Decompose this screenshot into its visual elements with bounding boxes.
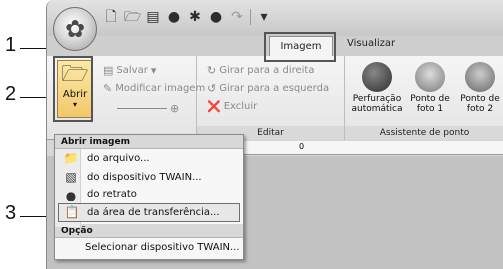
chevron-down-icon: ▾ xyxy=(150,64,157,77)
quick-access-toolbar: 🗋 🗁 ▤ ● ✱ ● ↷ ▾ xyxy=(103,7,272,27)
save-label: Salvar xyxy=(116,65,148,76)
rotate-right-button[interactable]: ↻ Girar para a direita xyxy=(207,64,314,77)
menu-section-option: Opção xyxy=(55,224,243,238)
auto-punch-label: Perfuração automática xyxy=(351,94,403,114)
open-image-menu: Abrir imagem 📁 do arquivo... ▧ do dispos… xyxy=(54,134,244,260)
application-button[interactable]: ✿ xyxy=(53,7,97,51)
photo-stitch-1-button[interactable]: Ponto de foto 1 xyxy=(407,62,453,114)
horizontal-ruler: 0 xyxy=(227,141,503,155)
new-document-icon[interactable]: 🗋 xyxy=(103,9,119,25)
menu-section-open-image: Abrir imagem xyxy=(55,135,243,149)
menu-item-label: do dispositivo TWAIN... xyxy=(87,172,202,183)
open-button-label: Abrir xyxy=(62,89,88,100)
menu-item-from-file[interactable]: 📁 do arquivo... xyxy=(55,149,243,168)
modify-image-icon: ✎ xyxy=(103,82,113,95)
image-slider[interactable]: ⊕ xyxy=(117,102,179,115)
record-icon[interactable]: ● xyxy=(166,9,182,25)
title-bar: 🗋 🗁 ▤ ● ✱ ● ↷ ▾ xyxy=(47,0,503,36)
modify-image-label: Modificar imagem xyxy=(115,83,206,94)
assistant-group: Perfuração automática Ponto de foto 1 Po… xyxy=(345,56,503,140)
menu-item-label: Selecionar dispositivo TWAIN... xyxy=(85,242,240,253)
chevron-down-icon: ▾ xyxy=(72,100,77,109)
auto-punch-button[interactable]: Perfuração automática xyxy=(349,62,405,114)
embroidery-flower-icon: ✿ xyxy=(64,15,86,43)
ribbon: 🗁 Abrir ▾ ▤ Salvar ▾ ✎ Modificar imagem … xyxy=(47,56,503,140)
menu-item-label: do retrato xyxy=(87,189,137,200)
rotate-left-label: Girar para a esquerda xyxy=(219,83,330,94)
open-folder-icon: 🗁 xyxy=(61,62,89,87)
apple-icon xyxy=(362,62,392,92)
tab-imagem[interactable]: Imagem xyxy=(269,36,333,58)
menu-item-select-twain[interactable]: Selecionar dispositivo TWAIN... xyxy=(55,238,243,257)
callout-3: 3 xyxy=(5,202,17,224)
callout-2: 2 xyxy=(5,83,17,105)
rotate-right-icon: ↻ xyxy=(207,64,217,77)
stitch-icon[interactable]: ✱ xyxy=(187,9,203,25)
save-icon[interactable]: ▤ xyxy=(145,9,161,25)
clipboard-icon: 📋 xyxy=(64,205,80,219)
file-group: 🗁 Abrir ▾ ▤ Salvar ▾ ✎ Modificar imagem … xyxy=(47,56,205,140)
menu-item-label: do arquivo... xyxy=(87,153,150,164)
rotate-left-button[interactable]: ↺ Girar para a esquerda xyxy=(207,82,329,95)
portrait-icon: ● xyxy=(65,189,77,201)
open-folder-icon[interactable]: 🗁 xyxy=(124,9,141,25)
menu-item-label: da área de transferência... xyxy=(87,207,220,218)
customize-qat-icon[interactable]: ▾ xyxy=(256,9,272,25)
redo-icon[interactable]: ↷ xyxy=(229,9,245,25)
save-icon: ▤ xyxy=(103,64,114,77)
photo-stitch-2-button[interactable]: Ponto de foto 2 xyxy=(455,62,503,114)
face-photo-icon xyxy=(415,62,445,92)
rotate-left-icon: ↺ xyxy=(207,82,217,95)
edit-group: ↻ Girar para a direita ↺ Girar para a es… xyxy=(197,56,345,140)
photo-stitch-2-label: Ponto de foto 2 xyxy=(460,94,500,114)
delete-label: Excluir xyxy=(223,101,258,112)
callout-1: 1 xyxy=(5,34,17,56)
tab-visualizar[interactable]: Visualizar xyxy=(347,38,395,49)
undo-icon[interactable]: ● xyxy=(208,9,224,25)
rotate-right-label: Girar para a direita xyxy=(219,65,315,76)
delete-icon: ❌ xyxy=(207,100,221,113)
ruler-zero-mark: 0 xyxy=(299,142,305,151)
face-photo-icon xyxy=(465,62,495,92)
ribbon-tabs: Imagem Visualizar xyxy=(47,36,503,58)
menu-item-from-twain[interactable]: ▧ do dispositivo TWAIN... xyxy=(55,168,243,187)
photo-stitch-1-label: Ponto de foto 1 xyxy=(410,94,450,114)
assistant-group-label: Assistente de ponto xyxy=(345,126,503,140)
slider-track xyxy=(117,108,167,109)
menu-item-from-portrait[interactable]: ● do retrato xyxy=(55,187,243,201)
folder-icon: 📁 xyxy=(63,151,79,165)
scanner-icon: ▧ xyxy=(65,170,77,184)
open-button[interactable]: 🗁 Abrir ▾ xyxy=(57,60,93,118)
modify-image-button[interactable]: ✎ Modificar imagem xyxy=(103,82,205,95)
zoom-in-icon: ⊕ xyxy=(170,102,180,115)
menu-item-from-clipboard[interactable]: 📋 da área de transferência... xyxy=(58,203,240,222)
save-button[interactable]: ▤ Salvar ▾ xyxy=(103,64,156,77)
delete-button[interactable]: ❌ Excluir xyxy=(207,100,257,113)
qat-separator xyxy=(250,9,251,25)
